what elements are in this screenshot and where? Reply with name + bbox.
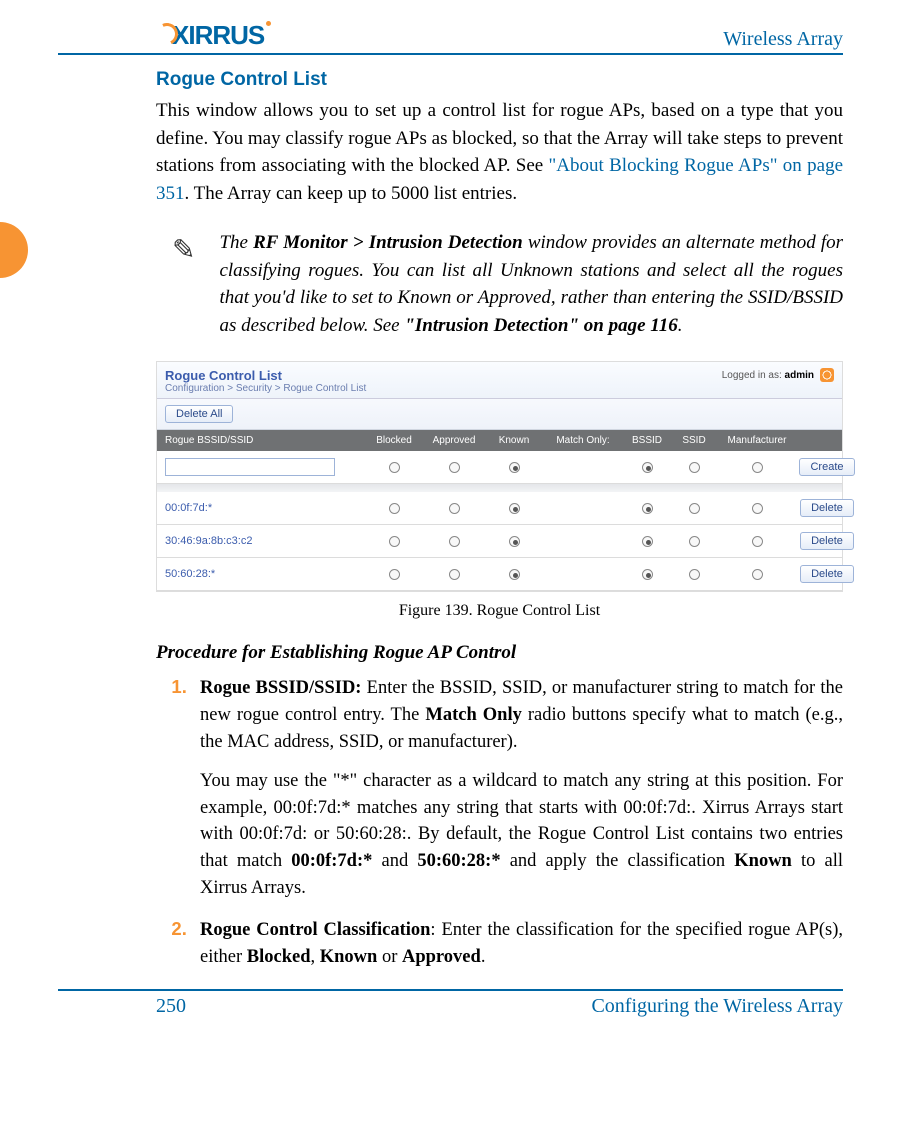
intro-paragraph: This window allows you to set up a contr…	[156, 97, 843, 207]
delete-button[interactable]: Delete	[800, 499, 854, 517]
create-button[interactable]: Create	[799, 458, 854, 476]
col-known: Known	[485, 435, 543, 446]
table-row: 00:0f:7d:* Delete	[157, 492, 842, 525]
radio-match-bssid[interactable]	[642, 462, 653, 473]
col-approved: Approved	[423, 435, 485, 446]
note-path: RF Monitor > Intrusion Detection	[253, 232, 523, 253]
login-user: admin	[785, 370, 814, 381]
procedure-heading: Procedure for Establishing Rogue AP Cont…	[156, 642, 843, 664]
note-callout: ✎ The RF Monitor > Intrusion Detection w…	[172, 229, 843, 339]
intro-text-b: . The Array can keep up to 5000 list ent…	[185, 183, 518, 204]
radio-match-ssid[interactable]	[689, 536, 700, 547]
intrusion-detection-link[interactable]: "Intrusion Detection" on page 116	[404, 315, 677, 336]
radio-approved[interactable]	[449, 569, 460, 580]
figure-caption: Figure 139. Rogue Control List	[156, 602, 843, 620]
page-footer: 250 Configuring the Wireless Array	[58, 989, 843, 1018]
radio-match-ssid[interactable]	[689, 462, 700, 473]
radio-match-ssid[interactable]	[689, 569, 700, 580]
breadcrumb: Configuration > Security > Rogue Control…	[165, 383, 366, 394]
radio-match-mfr[interactable]	[752, 503, 763, 514]
radio-match-mfr[interactable]	[752, 569, 763, 580]
radio-match-bssid[interactable]	[642, 503, 653, 514]
table-row-new: Create	[157, 451, 842, 484]
table-row: 30:46:9a:8b:c3:c2 Delete	[157, 525, 842, 558]
logo-text: XIRRUS	[172, 20, 264, 51]
note-text: The RF Monitor > Intrusion Detection win…	[219, 229, 843, 339]
row-bssid: 00:0f:7d:*	[165, 502, 365, 514]
pencil-note-icon: ✎	[172, 229, 195, 339]
radio-blocked[interactable]	[389, 462, 400, 473]
radio-match-mfr[interactable]	[752, 536, 763, 547]
footer-section-name: Configuring the Wireless Array	[591, 995, 843, 1018]
radio-approved[interactable]	[449, 536, 460, 547]
page-header: XIRRUS Wireless Array	[58, 20, 843, 55]
radio-blocked[interactable]	[389, 503, 400, 514]
col-match-ssid: SSID	[671, 435, 717, 446]
bssid-input[interactable]	[165, 458, 335, 476]
header-doc-title: Wireless Array	[723, 28, 843, 51]
procedure-step-1: Rogue BSSID/SSID: Enter the BSSID, SSID,…	[192, 674, 843, 902]
radio-match-bssid[interactable]	[642, 569, 653, 580]
page-number: 250	[58, 995, 186, 1018]
logo-dot-icon	[266, 21, 271, 26]
radio-approved[interactable]	[449, 503, 460, 514]
side-tab-decor	[0, 222, 28, 278]
radio-blocked[interactable]	[389, 569, 400, 580]
radio-known[interactable]	[509, 536, 520, 547]
table-row: 50:60:28:* Delete	[157, 558, 842, 591]
radio-match-ssid[interactable]	[689, 503, 700, 514]
radio-approved[interactable]	[449, 462, 460, 473]
delete-button[interactable]: Delete	[800, 565, 854, 583]
section-title: Rogue Control List	[156, 69, 843, 91]
delete-button[interactable]: Delete	[800, 532, 854, 550]
brand-logo: XIRRUS	[156, 20, 269, 51]
step1-label: Rogue BSSID/SSID:	[200, 678, 361, 698]
col-match-mfr: Manufacturer	[717, 435, 797, 446]
login-status: Logged in as: admin	[722, 368, 834, 382]
procedure-step-2: Rogue Control Classification: Enter the …	[192, 916, 843, 971]
radio-blocked[interactable]	[389, 536, 400, 547]
delete-all-button[interactable]: Delete All	[165, 405, 233, 423]
panel-title: Rogue Control List	[165, 368, 366, 383]
row-bssid: 30:46:9a:8b:c3:c2	[165, 535, 365, 547]
radio-known[interactable]	[509, 569, 520, 580]
col-blocked: Blocked	[365, 435, 423, 446]
row-bssid: 50:60:28:*	[165, 568, 365, 580]
col-matchonly: Match Only:	[543, 435, 623, 446]
radio-match-mfr[interactable]	[752, 462, 763, 473]
col-bssid: Rogue BSSID/SSID	[165, 435, 365, 446]
table-header: Rogue BSSID/SSID Blocked Approved Known …	[157, 430, 842, 451]
radio-match-bssid[interactable]	[642, 536, 653, 547]
radio-known[interactable]	[509, 503, 520, 514]
step2-label: Rogue Control Classification	[200, 920, 430, 940]
radio-known[interactable]	[509, 462, 520, 473]
rogue-control-screenshot: Rogue Control List Configuration > Secur…	[156, 361, 843, 592]
procedure-list: Rogue BSSID/SSID: Enter the BSSID, SSID,…	[156, 674, 843, 970]
settings-gear-icon[interactable]	[820, 368, 834, 382]
col-match-bssid: BSSID	[623, 435, 671, 446]
